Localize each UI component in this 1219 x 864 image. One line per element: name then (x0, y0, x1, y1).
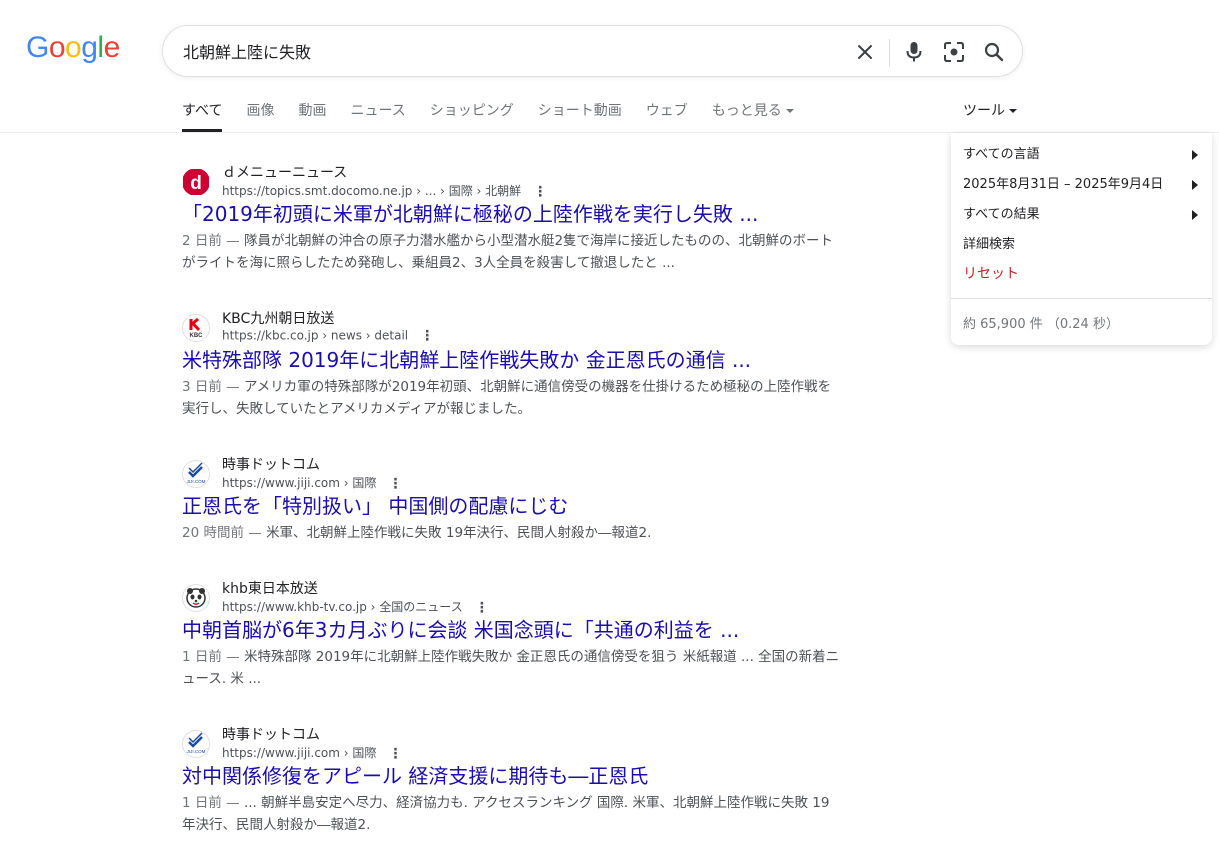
tab-more-label: もっと見る (711, 103, 782, 119)
result-url-host: https://topics.smt.docomo.ne.jp (222, 184, 413, 198)
result-snippet: 2 日前 — 隊員が北朝鮮の沖合の原子力潜水艦から小型潜水艇2隻で海岸に接近した… (182, 230, 842, 274)
docomo-favicon: d (182, 168, 210, 196)
khb-favicon (182, 584, 210, 612)
result-url-host: https://www.jiji.com (222, 476, 340, 490)
svg-text:d: d (190, 173, 202, 194)
chevron-right-icon (1192, 150, 1198, 160)
result-age: 3 日前 — (182, 379, 244, 395)
result-snippet-text: 米軍、北朝鮮上陸作戦に失敗 19年決行、民間人射殺か―報道2. (266, 525, 652, 541)
result-url-host: https://www.khb-tv.co.jp (222, 600, 367, 614)
result-url-crumbs: › 国際 (339, 746, 377, 760)
result-snippet: 1 日前 — ... 朝鮮半島安定へ尽力、経済協力も. アクセスランキング 国際… (182, 792, 842, 836)
tools-date-range[interactable]: 2025年8月31日 – 2025年9月4日 (963, 175, 1198, 195)
result-snippet: 1 日前 — 米特殊部隊 2019年に北朝鮮上陸作戦失敗か 金正恩氏の通信傍受を… (182, 646, 842, 690)
result-url-crumbs: › 全国のニュース (366, 600, 463, 614)
result-stats: 約 65,900 件 （0.24 秒） (963, 317, 1119, 332)
result-title-link[interactable]: 「2019年初頭に米軍が北朝鮮に極秘の上陸作戦を実行し失敗 ... (182, 198, 758, 227)
tab-all[interactable]: すべて (182, 100, 223, 132)
chevron-right-icon (1192, 210, 1198, 220)
chevron-right-icon (1192, 180, 1198, 190)
jiji-favicon: JIJI.COM (182, 730, 210, 758)
jiji-favicon: JIJI.COM (182, 460, 210, 488)
tab-more[interactable]: もっと見る (712, 100, 794, 132)
tools-button[interactable]: ツール (963, 100, 1017, 120)
tools-label: ツール (963, 103, 1005, 119)
result-age: 1 日前 — (182, 649, 244, 665)
search-divider (889, 39, 890, 67)
tools-item-label: すべての言語 (963, 147, 1040, 162)
chevron-down-icon (785, 109, 794, 113)
result-url[interactable]: https://www.jiji.com › 国際 ⋮ (222, 744, 402, 762)
result-snippet-text: 米特殊部隊 2019年に北朝鮮上陸作戦失敗か 金正恩氏の通信傍受を狙う 米紙報道… (182, 649, 840, 687)
result-site-name: ｄメニューニュース (222, 165, 348, 181)
svg-text:JIJI.COM: JIJI.COM (187, 749, 206, 754)
logo-letter: o (48, 31, 66, 64)
google-logo[interactable]: Google (26, 31, 120, 65)
logo-letter: e (103, 31, 121, 64)
result-url[interactable]: https://www.jiji.com › 国際 ⋮ (222, 474, 402, 492)
result-title-link[interactable]: 米特殊部隊 2019年に北朝鮮上陸作戦失敗か 金正恩氏の通信 ... (182, 344, 751, 373)
tools-advanced-search[interactable]: 詳細検索 (963, 235, 1198, 255)
tab-short-videos[interactable]: ショート動画 (538, 100, 622, 132)
tools-item-label: 2025年8月31日 – 2025年9月4日 (963, 177, 1164, 192)
result-site-name: KBC九州朝日放送 (222, 311, 335, 327)
more-options-icon[interactable]: ⋮ (420, 328, 434, 344)
result-age: 2 日前 — (182, 233, 244, 249)
tab-videos[interactable]: 動画 (298, 100, 326, 132)
result-site-name: 時事ドットコム (222, 457, 320, 473)
chevron-down-icon (1009, 109, 1017, 113)
result-title-link[interactable]: 対中関係修復をアピール 経済支援に期待も―正恩氏 (182, 760, 648, 789)
mic-icon[interactable] (900, 38, 928, 66)
logo-letter: g (81, 31, 98, 64)
tab-images[interactable]: 画像 (246, 100, 274, 132)
result-snippet-text: アメリカ軍の特殊部隊が2019年初頭、北朝鮮に通信傍受の機器を仕掛けるため極秘の… (182, 379, 832, 417)
result-snippet: 3 日前 — アメリカ軍の特殊部隊が2019年初頭、北朝鮮に通信傍受の機器を仕掛… (182, 376, 842, 420)
tools-divider (951, 298, 1212, 299)
tab-web[interactable]: ウェブ (646, 100, 688, 132)
search-box (162, 25, 1023, 77)
tools-panel: すべての言語 2025年8月31日 – 2025年9月4日 すべての結果 詳細検… (951, 133, 1212, 345)
result-age: 20 時間前 — (182, 525, 267, 541)
svg-text:KBC: KBC (190, 333, 204, 339)
svg-text:JIJI.COM: JIJI.COM (187, 479, 206, 484)
kbc-favicon: KBC (182, 314, 210, 342)
result-url-crumbs: › ... › 国際 › 北朝鮮 (412, 184, 522, 198)
result-snippet-text: ... 朝鮮半島安定へ尽力、経済協力も. アクセスランキング 国際. 米軍、北朝… (182, 795, 830, 833)
result-snippet-text: 隊員が北朝鮮の沖合の原子力潜水艦から小型潜水艇2隻で海岸に接近したものの、北朝鮮… (182, 233, 834, 271)
result-url-host: https://www.jiji.com (222, 746, 340, 760)
result-url[interactable]: https://www.khb-tv.co.jp › 全国のニュース ⋮ (222, 598, 489, 616)
result-url-host: https://kbc.co.jp (222, 328, 319, 343)
search-tabs: すべて 画像 動画 ニュース ショッピング ショート動画 ウェブ もっと見る (182, 100, 818, 132)
result-site-name: khb東日本放送 (222, 581, 318, 597)
result-title-link[interactable]: 正恩氏を「特別扱い」 中国側の配慮にじむ (182, 490, 568, 519)
lens-icon[interactable] (940, 38, 968, 66)
result-url[interactable]: https://topics.smt.docomo.ne.jp › ... › … (222, 182, 547, 200)
tools-all-results[interactable]: すべての結果 (963, 205, 1198, 225)
result-snippet: 20 時間前 — 米軍、北朝鮮上陸作戦に失敗 19年決行、民間人射殺か―報道2. (182, 522, 842, 544)
result-url-crumbs: › 国際 (339, 476, 377, 490)
result-url[interactable]: https://kbc.co.jp › news › detail ⋮ (222, 328, 434, 344)
result-age: 1 日前 — (182, 795, 244, 811)
result-url-crumbs: › news › detail (318, 328, 409, 343)
tools-reset[interactable]: リセット (963, 264, 1198, 284)
tab-shopping[interactable]: ショッピング (430, 100, 514, 132)
search-input[interactable] (183, 39, 823, 63)
result-title-link[interactable]: 中朝首脳が6年3カ月ぶりに会談 米国念頭に「共通の利益を ... (182, 614, 739, 643)
close-icon[interactable] (851, 38, 879, 66)
logo-letter: o (65, 31, 82, 64)
logo-letter: G (26, 31, 49, 64)
result-site-name: 時事ドットコム (222, 727, 320, 743)
search-icon[interactable] (980, 38, 1008, 66)
tools-language[interactable]: すべての言語 (963, 145, 1198, 165)
tab-news[interactable]: ニュース (350, 100, 405, 132)
tools-item-label: すべての結果 (963, 207, 1040, 222)
